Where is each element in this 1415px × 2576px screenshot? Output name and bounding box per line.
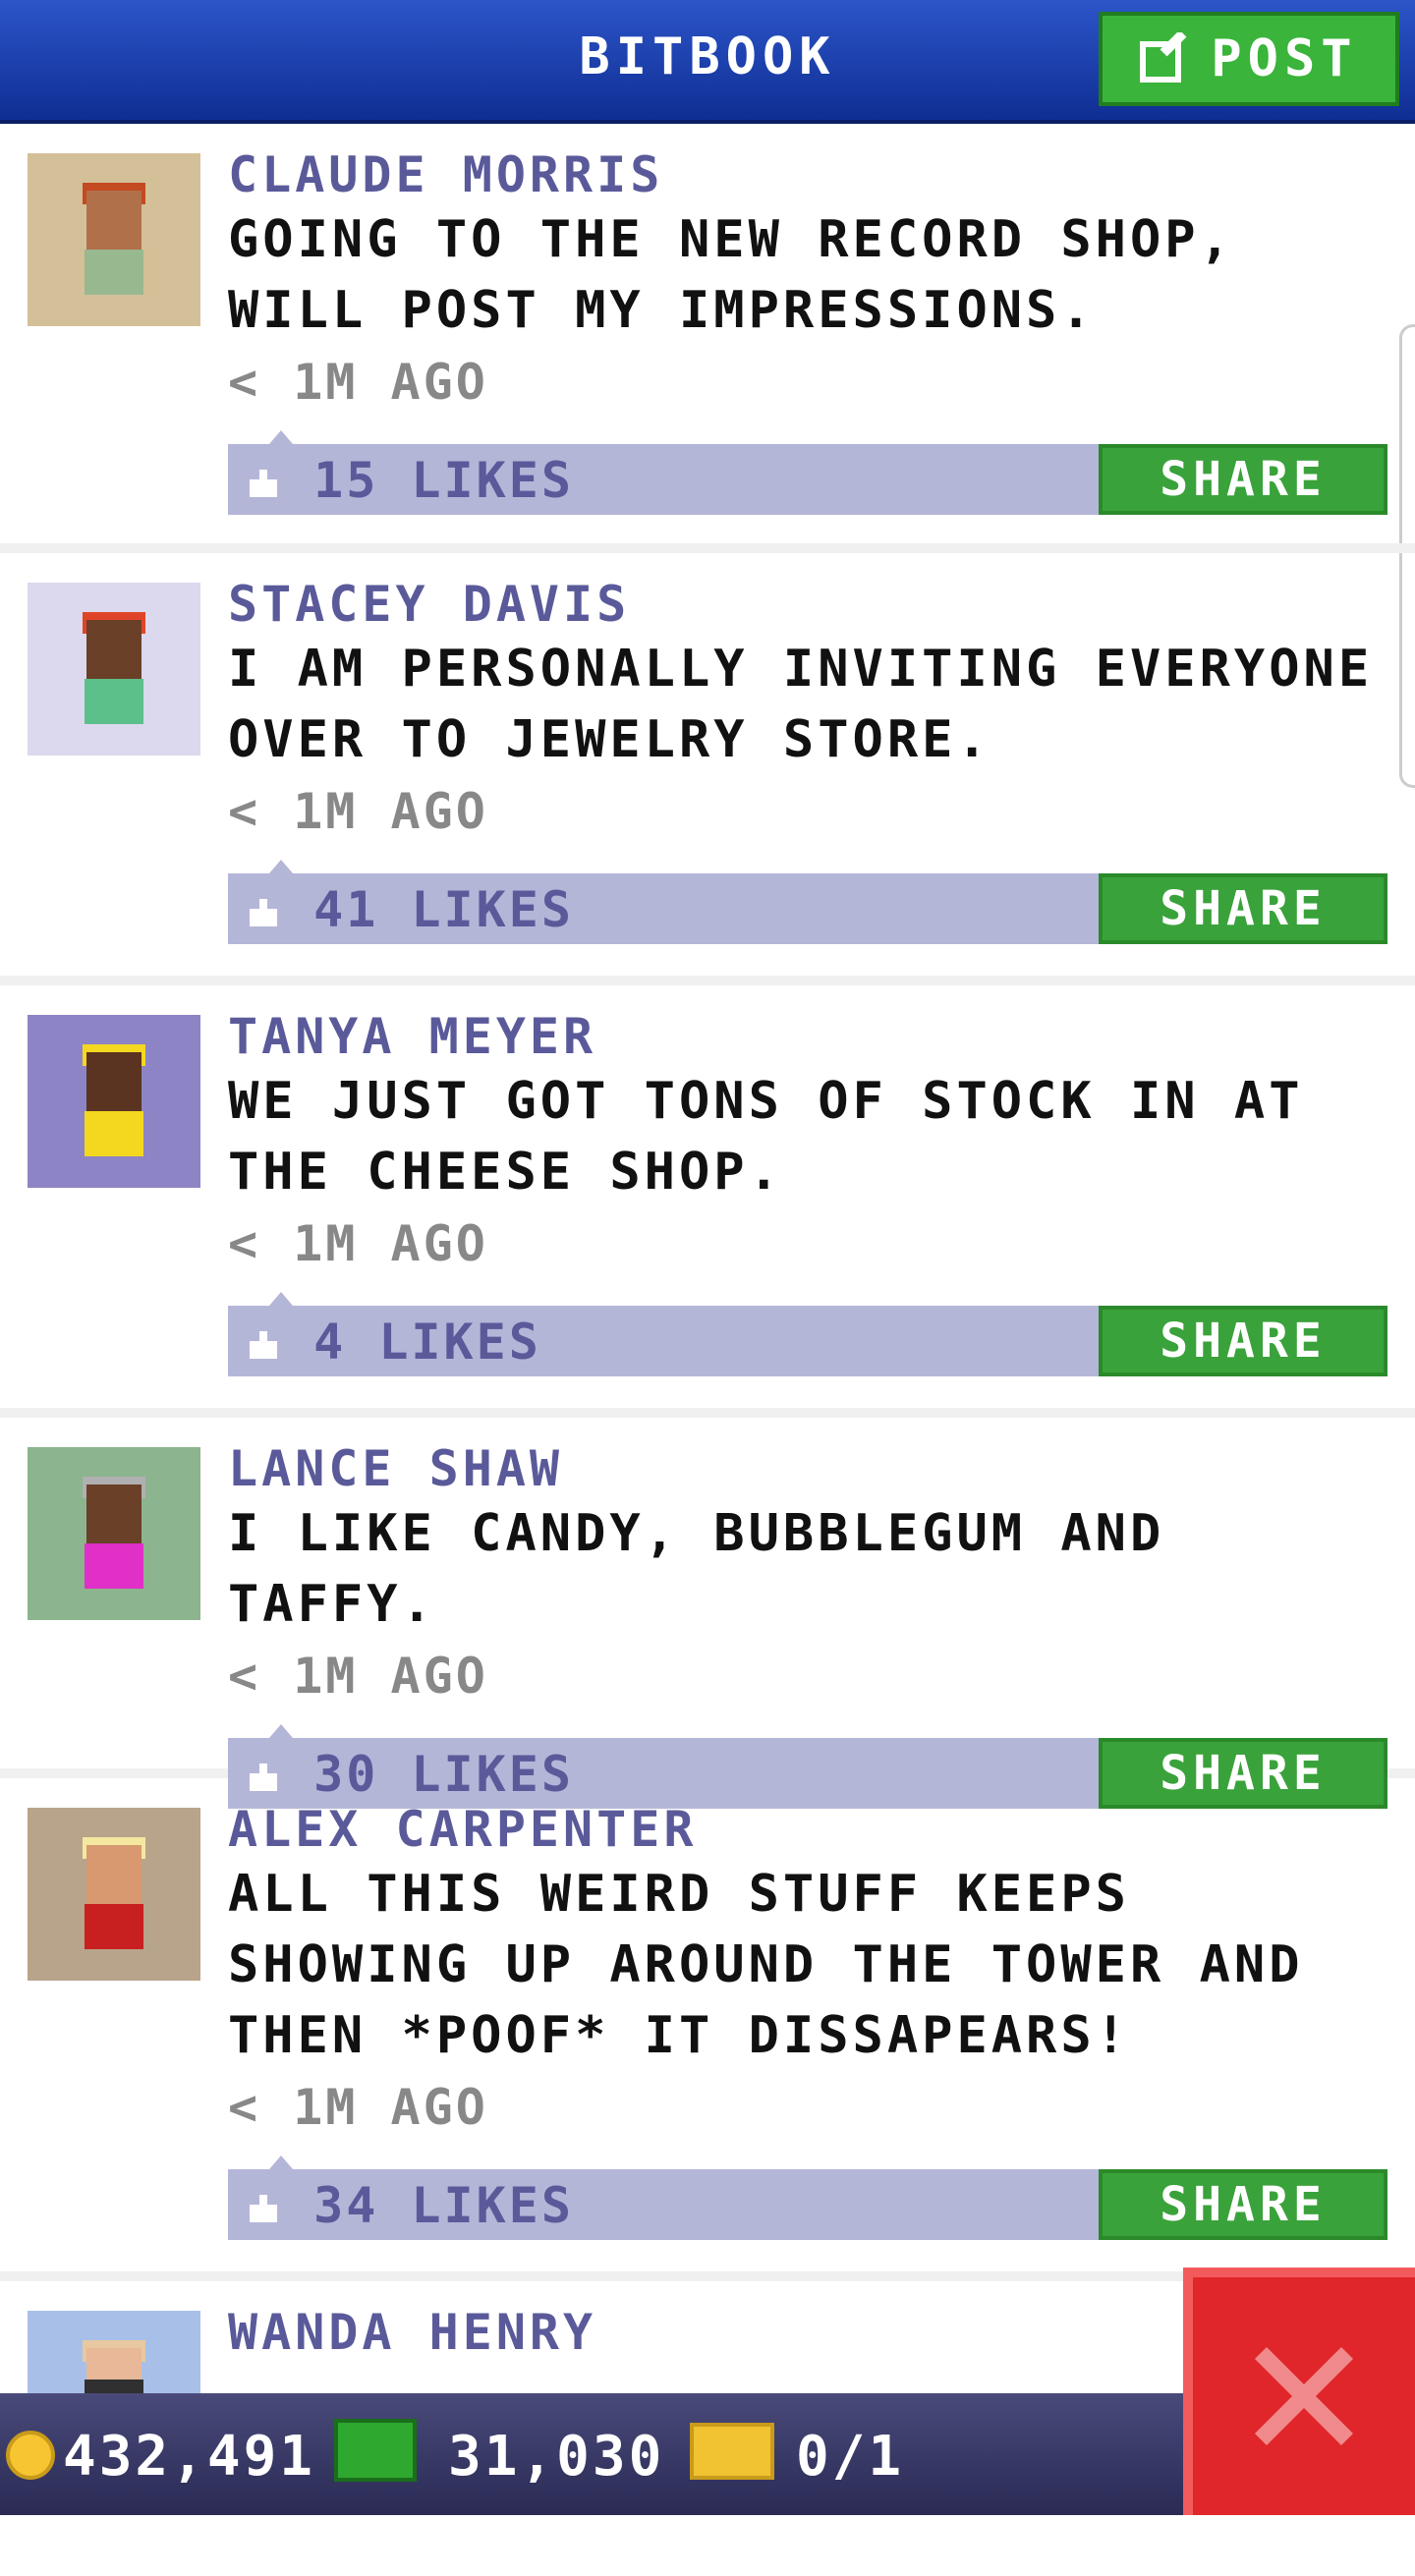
avatar-body — [85, 1543, 143, 1589]
close-icon — [1255, 2347, 1353, 2445]
like-icon — [250, 899, 277, 926]
post-message: WE JUST GOT TONS OF STOCK IN AT THE CHEE… — [228, 1072, 1304, 1202]
app-header: BITBOOK POST — [0, 0, 1415, 124]
feed-post: ALEX CARPENTER ALL THIS WEIRD STUFF KEEP… — [0, 1778, 1415, 2281]
like-count: 41 LIKES — [246, 881, 574, 938]
post-time: < 1M AGO — [228, 1648, 488, 1705]
share-button[interactable]: SHARE — [1099, 873, 1387, 944]
post-author[interactable]: STACEY DAVIS — [228, 575, 1386, 634]
avatar-body — [85, 1111, 143, 1156]
like-icon — [250, 2195, 277, 2222]
post-button[interactable]: POST — [1099, 12, 1399, 106]
like-count: 15 LIKES — [246, 452, 574, 509]
avatar-head — [86, 620, 142, 679]
post-time: < 1M AGO — [228, 1215, 488, 1272]
like-bar[interactable]: 15 LIKES SHARE — [228, 430, 1387, 515]
post-author[interactable]: CLAUDE MORRIS — [228, 145, 1386, 204]
edit-icon — [1140, 32, 1187, 83]
feed-post: CLAUDE MORRIS GOING TO THE NEW RECORD SH… — [0, 124, 1415, 553]
ticket-icon — [690, 2423, 774, 2480]
avatar-body — [85, 679, 143, 724]
post-author[interactable]: LANCE SHAW — [228, 1439, 1386, 1498]
like-count: 4 LIKES — [246, 1314, 541, 1371]
avatar-sunglasses — [85, 2380, 143, 2393]
avatar — [28, 1447, 200, 1620]
ticket-count: 0/1 — [796, 2425, 905, 2489]
avatar-head — [86, 191, 142, 250]
post-author[interactable]: ALEX CARPENTER — [228, 1800, 1386, 1859]
feed: CLAUDE MORRIS GOING TO THE NEW RECORD SH… — [0, 124, 1415, 2576]
like-bar[interactable]: 4 LIKES SHARE — [228, 1292, 1387, 1376]
post-author[interactable]: TANYA MEYER — [228, 1007, 1386, 1066]
like-bar[interactable]: 41 LIKES SHARE — [228, 860, 1387, 944]
avatar — [28, 1015, 200, 1188]
close-button[interactable] — [1183, 2268, 1415, 2515]
avatar-body — [85, 250, 143, 295]
avatar-head — [86, 1484, 142, 1543]
avatar — [28, 153, 200, 326]
like-count: 34 LIKES — [246, 2177, 574, 2234]
bux-icon — [334, 2419, 417, 2482]
share-button[interactable]: SHARE — [1099, 444, 1387, 515]
avatar — [28, 583, 200, 756]
post-time: < 1M AGO — [228, 2079, 488, 2136]
coin-icon — [6, 2431, 55, 2480]
post-message: ALL THIS WEIRD STUFF KEEPS SHOWING UP AR… — [228, 1865, 1304, 2065]
feed-post: TANYA MEYER WE JUST GOT TONS OF STOCK IN… — [0, 985, 1415, 1418]
avatar-body — [85, 1904, 143, 1949]
post-time: < 1M AGO — [228, 783, 488, 840]
post-message: GOING TO THE NEW RECORD SHOP, WILL POST … — [228, 210, 1234, 340]
avatar — [28, 1808, 200, 1981]
coin-count: 432,491 — [63, 2425, 316, 2489]
post-message: I LIKE CANDY, BUBBLEGUM AND TAFFY. — [228, 1504, 1165, 1634]
like-bar[interactable]: 34 LIKES SHARE — [228, 2156, 1387, 2240]
post-time: < 1M AGO — [228, 354, 488, 411]
avatar-head — [86, 1845, 142, 1904]
avatar-head — [86, 1052, 142, 1111]
feed-post: STACEY DAVIS I AM PERSONALLY INVITING EV… — [0, 553, 1415, 985]
share-button[interactable]: SHARE — [1099, 2169, 1387, 2240]
like-icon — [250, 470, 277, 497]
post-button-label: POST — [1211, 29, 1358, 88]
post-message: I AM PERSONALLY INVITING EVERYONE OVER T… — [228, 640, 1374, 769]
share-button[interactable]: SHARE — [1099, 1306, 1387, 1376]
bux-count: 31,030 — [448, 2425, 665, 2489]
feed-post: LANCE SHAW I LIKE CANDY, BUBBLEGUM AND T… — [0, 1418, 1415, 1809]
like-icon — [250, 1331, 277, 1359]
